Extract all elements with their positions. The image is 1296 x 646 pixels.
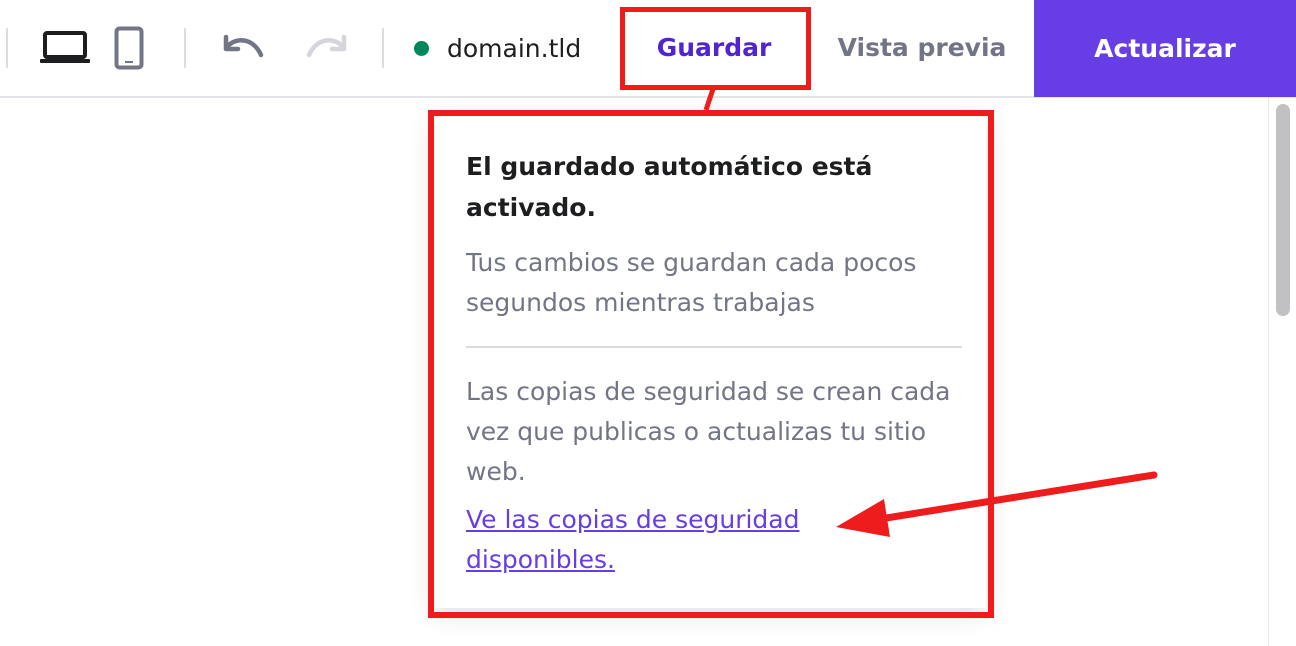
- domain-label: domain.tld: [447, 33, 582, 63]
- editor-window: domain.tld Guardar Vista previa Actualiz…: [0, 0, 1296, 646]
- redo-button[interactable]: [300, 24, 354, 72]
- status-dot-icon: [414, 40, 429, 56]
- autosave-description: Tus cambios se guardan cada pocos segund…: [466, 248, 917, 317]
- preview-button[interactable]: Vista previa: [820, 8, 1024, 86]
- popover-divider: [466, 346, 962, 348]
- scrollbar-thumb[interactable]: [1276, 104, 1290, 316]
- mobile-view-button[interactable]: [102, 24, 156, 72]
- update-button[interactable]: Actualizar: [1034, 0, 1296, 97]
- popover-title: El guardado automático está activado.: [466, 152, 873, 222]
- save-highlight-box: [620, 7, 811, 90]
- undo-button[interactable]: [216, 24, 270, 72]
- view-backups-link[interactable]: Ve las copias de seguridad disponibles.: [466, 500, 886, 580]
- site-domain[interactable]: domain.tld: [414, 28, 581, 68]
- redo-icon: [306, 34, 347, 58]
- toolbar-divider: [382, 28, 384, 68]
- backup-description: Las copias de seguridad se crean cada ve…: [466, 377, 951, 486]
- desktop-view-button[interactable]: [38, 24, 92, 72]
- undo-icon: [223, 34, 264, 58]
- mobile-icon: [114, 26, 144, 70]
- laptop-icon: [40, 31, 90, 63]
- toolbar-divider: [6, 28, 8, 68]
- toolbar-divider: [184, 28, 186, 68]
